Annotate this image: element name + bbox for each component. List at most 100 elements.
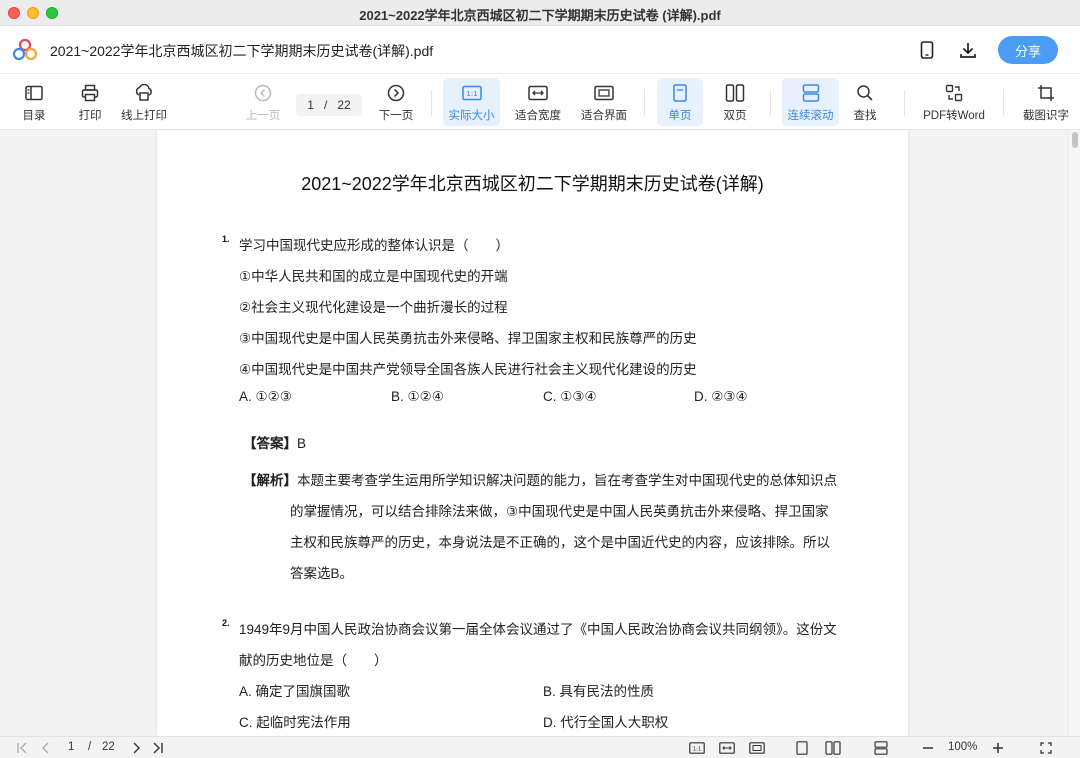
find-button[interactable]: 查找 (845, 78, 885, 126)
fit-width-icon[interactable] (718, 739, 736, 757)
actual-size-icon: 1:1 (461, 82, 483, 104)
analysis-text: 本题主要考查学生运用所学知识解决问题的能力，旨在考查学生对中国现代史的总体知识点 (297, 473, 837, 488)
question-stem: 学习中国现代史应形成的整体认识是（ ） (239, 238, 509, 253)
option-c: C. 起临时宪法作用 (239, 715, 351, 730)
convert-icon (943, 82, 965, 104)
pdf-to-word-label: PDF转Word (923, 109, 985, 122)
scrollbar-thumb[interactable] (1072, 132, 1078, 148)
zoom-level[interactable]: 100% (948, 741, 977, 753)
toc-icon (23, 82, 45, 104)
fit-width-icon (527, 82, 549, 104)
first-page-icon[interactable] (14, 739, 30, 757)
app-header: 2021~2022学年北京西城区初二下学期期末历史试卷(详解).pdf 分享 (0, 26, 1080, 74)
single-page-icon (669, 82, 691, 104)
analysis-line: 【解析】本题主要考查学生运用所学知识解决问题的能力，旨在考查学生对中国现代史的总… (243, 469, 837, 489)
option-d: D. ②③④ (694, 389, 748, 404)
double-page-icon[interactable] (824, 739, 842, 757)
cloud-print-icon (133, 82, 155, 104)
online-print-label: 线上打印 (121, 109, 167, 122)
search-icon (854, 82, 876, 104)
option-d: D. 代行全国人大职权 (543, 715, 669, 730)
online-print-button[interactable]: 线上打印 (118, 78, 170, 126)
next-page-button[interactable]: 下一页 (374, 78, 418, 126)
double-page-icon (724, 82, 746, 104)
pdf-page: 2021~2022学年北京西城区初二下学期期末历史试卷(详解) 1. 学习中国现… (157, 130, 908, 736)
option-b: B. 具有民法的性质 (543, 684, 655, 699)
question-number: 2. (222, 618, 230, 628)
zoom-in-icon[interactable] (990, 739, 1006, 757)
arrow-left-circle-icon (252, 82, 274, 104)
document-viewer[interactable]: 2021~2022学年北京西城区初二下学期期末历史试卷(详解) 1. 学习中国现… (0, 130, 1080, 736)
download-icon[interactable] (956, 38, 980, 62)
status-page-separator: / (88, 741, 92, 753)
fit-width-button[interactable]: 适合宽度 (512, 78, 564, 126)
next-page-label: 下一页 (378, 109, 414, 122)
fit-window-icon (593, 82, 615, 104)
pdf-title: 2021~2022学年北京西城区初二下学期期末历史试卷(详解) (301, 174, 764, 194)
question-number: 1. (222, 234, 230, 244)
option-a: A. ①②③ (239, 389, 292, 404)
analysis-label: 【解析】 (243, 473, 297, 488)
status-bar: 1 / 22 1:1 100% (0, 736, 1080, 758)
window-titlebar: 2021~2022学年北京西城区初二下学期期末历史试卷 (详解).pdf (0, 0, 1080, 26)
question-stem: 1949年9月中国人民政治协商会议第一届全体会议通过了《中国人民政治协商会议共同… (239, 622, 837, 637)
continuous-scroll-button[interactable]: 连续滚动 (782, 78, 839, 126)
last-page-icon[interactable] (150, 739, 166, 757)
screenshot-ocr-label: 截图识字 (1023, 109, 1069, 122)
prev-page-icon[interactable] (38, 739, 54, 757)
statement-item: ③中国现代史是中国人民英勇抗击外来侵略、捍卫国家主权和民族尊严的历史 (239, 331, 697, 346)
mobile-icon[interactable] (915, 38, 939, 62)
statement-item: ④中国现代史是中国共产党领导全国各族人民进行社会主义现代化建设的历史 (239, 362, 697, 377)
actual-size-icon[interactable]: 1:1 (688, 739, 706, 757)
prev-page-label: 上一页 (245, 109, 281, 122)
print-button[interactable]: 打印 (70, 78, 110, 126)
printer-icon (79, 82, 101, 104)
continuous-scroll-icon[interactable] (872, 739, 890, 757)
fit-window-label: 适合界面 (581, 109, 627, 122)
actual-size-button[interactable]: 1:1 实际大小 (443, 78, 500, 126)
double-page-button[interactable]: 双页 (713, 78, 757, 126)
single-page-button[interactable]: 单页 (657, 78, 703, 126)
share-button[interactable]: 分享 (998, 36, 1058, 64)
option-a: A. 确定了国旗国歌 (239, 684, 351, 699)
fit-width-label: 适合宽度 (515, 109, 561, 122)
single-page-label: 单页 (668, 109, 692, 122)
total-pages: 22 (337, 98, 351, 112)
option-b: B. ①②④ (391, 389, 444, 404)
answer-value: B (297, 436, 307, 451)
crop-icon (1035, 82, 1057, 104)
fit-window-icon[interactable] (748, 739, 766, 757)
toc-label: 目录 (22, 109, 46, 122)
document-title: 2021~2022学年北京西城区初二下学期期末历史试卷(详解).pdf (50, 43, 434, 59)
analysis-text: 的掌握情况，可以结合排除法来做，③中国现代史是中国人民英勇抗击外来侵略、捍卫国家 (290, 504, 829, 519)
statement-item: ②社会主义现代化建设是一个曲折漫长的过程 (239, 300, 508, 315)
next-page-icon[interactable] (128, 739, 144, 757)
screenshot-ocr-button[interactable]: 截图识字 (1018, 78, 1074, 126)
toc-button[interactable]: 目录 (14, 78, 54, 126)
question-stem: 献的历史地位是（ ） (239, 653, 388, 668)
option-c: C. ①③④ (543, 389, 597, 404)
status-current-page[interactable]: 1 (68, 741, 74, 753)
print-label: 打印 (78, 109, 102, 122)
window-title: 2021~2022学年北京西城区初二下学期期末历史试卷 (详解).pdf (359, 8, 721, 23)
statement-item: ①中华人民共和国的成立是中国现代史的开端 (239, 269, 508, 284)
analysis-text: 答案选B。 (290, 566, 354, 581)
page-number-input[interactable]: 1 / 22 (296, 94, 362, 116)
status-total-pages: 22 (102, 741, 115, 753)
actual-size-label: 实际大小 (448, 109, 495, 122)
single-page-icon[interactable] (794, 739, 810, 757)
double-page-label: 双页 (723, 109, 747, 122)
prev-page-button[interactable]: 上一页 (243, 78, 283, 126)
zoom-out-icon[interactable] (920, 739, 936, 757)
find-label: 查找 (853, 109, 877, 122)
analysis-text: 主权和民族尊严的历史，本身说法是不正确的，这个是中国近代史的内容，应该排除。所以 (290, 535, 830, 550)
pdf-to-word-button[interactable]: PDF转Word (920, 78, 988, 126)
page-separator: / (323, 98, 328, 112)
current-page: 1 (307, 98, 314, 112)
fullscreen-icon[interactable] (1037, 739, 1055, 757)
fit-window-button[interactable]: 适合界面 (578, 78, 630, 126)
continuous-scroll-icon (800, 82, 822, 104)
vertical-scrollbar[interactable] (1068, 130, 1080, 736)
arrow-right-circle-icon (385, 82, 407, 104)
svg-text:1:1: 1:1 (466, 90, 477, 98)
